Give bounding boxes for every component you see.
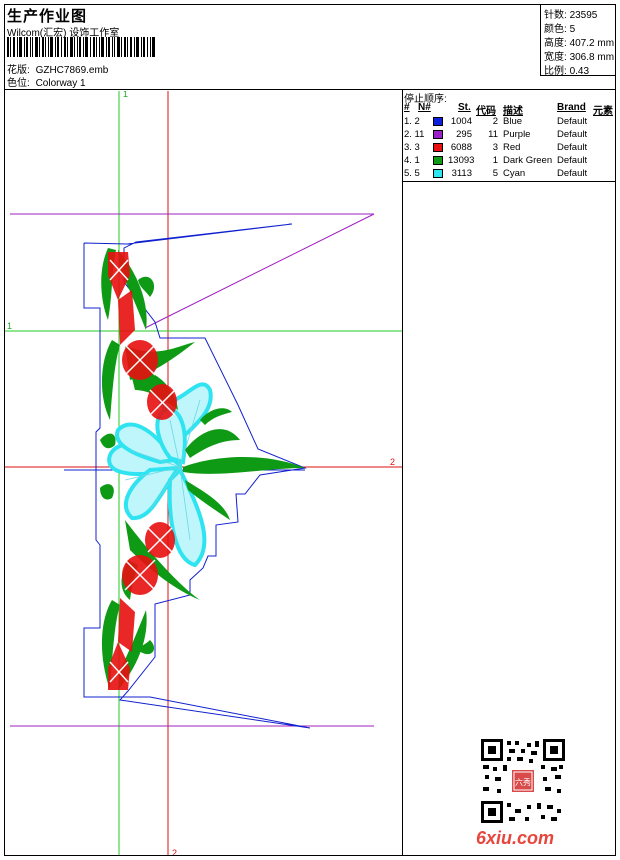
guide-label-h1: 1 <box>7 321 12 331</box>
stat-scale: 比例: 0.43 <box>544 66 590 77</box>
col-hash: # <box>404 102 410 113</box>
stat-width: 宽度: 306.8 mm <box>544 52 615 63</box>
color-swatch <box>433 143 443 152</box>
col-brand: Brand <box>557 102 586 113</box>
page-title: 生产作业图 <box>7 8 88 25</box>
guide-label-v2: 2 <box>172 848 177 855</box>
col-stitches: St. <box>458 102 471 113</box>
color-swatch <box>433 117 443 126</box>
stop-row[interactable]: 3. 3 6088 3 Red Default <box>404 142 616 155</box>
stat-stitches: 针数: 23595 <box>544 10 598 21</box>
colorway-label: 色位: <box>7 78 30 89</box>
color-swatch <box>433 169 443 178</box>
barcode <box>7 37 155 57</box>
design-stats: 针数: 23595 颜色: 5 高度: 407.2 mm 宽度: 306.8 m… <box>540 4 616 77</box>
colorway-line: 色位: Colorway 1 <box>7 74 86 89</box>
panel-divider <box>402 90 403 856</box>
watermark-logo[interactable]: 6xiu.com <box>476 828 554 849</box>
embroidery-preview: 1 2 1 2 <box>5 91 402 855</box>
stop-row[interactable]: 1. 2 1004 2 Blue Default <box>404 116 616 129</box>
stop-row[interactable]: 2. 11 295 11 Purple Default <box>404 129 616 142</box>
col-element: 元素 <box>593 106 613 117</box>
color-swatch <box>433 130 443 139</box>
color-swatch <box>433 156 443 165</box>
stop-table-border <box>403 181 616 182</box>
stat-colors: 颜色: 5 <box>544 24 576 35</box>
col-description: 描述 <box>503 106 523 117</box>
qr-seal: 六秀 <box>515 777 531 787</box>
guide-label-v1: 1 <box>123 91 128 99</box>
guide-label-h2: 2 <box>390 457 395 467</box>
col-needle: N# <box>418 102 431 113</box>
col-code: 代码 <box>476 106 496 117</box>
stop-row[interactable]: 4. 1 13093 1 Dark Green Default <box>404 155 616 168</box>
qr-code: 六秀 <box>481 739 565 823</box>
colorway-value: Colorway 1 <box>35 78 86 89</box>
header-panel: 生产作业图 Wilcom(汇宏) 设饰工作室 花版: GZHC7869.emb … <box>4 4 616 90</box>
stop-row[interactable]: 5. 5 3113 5 Cyan Default <box>404 168 616 181</box>
stat-height: 高度: 407.2 mm <box>544 38 615 49</box>
